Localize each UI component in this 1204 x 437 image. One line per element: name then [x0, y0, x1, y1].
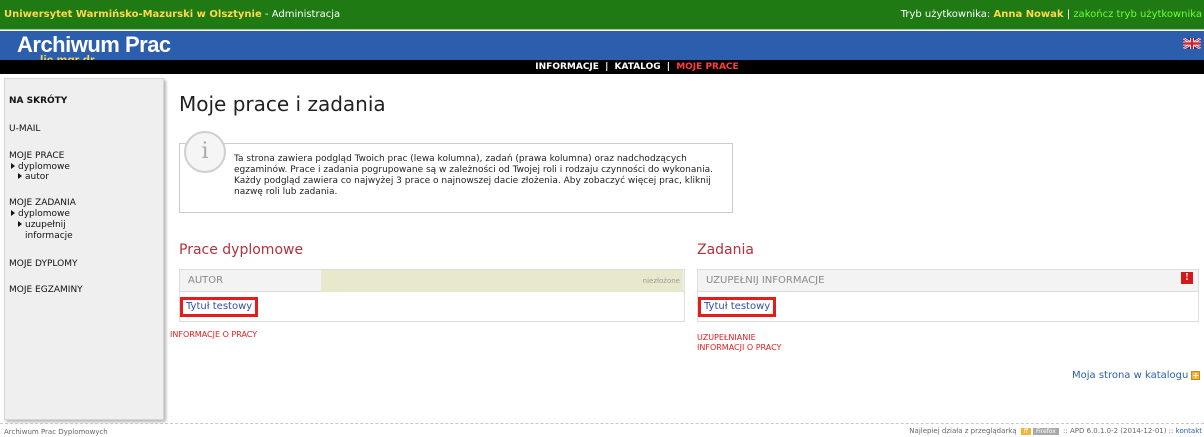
role-author-label[interactable]: AUTOR: [188, 275, 223, 286]
sidebar-item-my-exams[interactable]: MOJE EGZAMINY: [9, 285, 83, 296]
sidebar-item-my-tasks[interactable]: MOJE ZADANIA: [9, 198, 76, 209]
arrow-right-icon: [11, 163, 15, 169]
sidebar-shortcuts: NA SKRÓTY: [9, 96, 68, 106]
sidebar-item-umail[interactable]: U-MAIL: [9, 124, 40, 135]
sidebar-subitem-tasks-diploma[interactable]: dyplomowe: [11, 209, 70, 220]
plus-icon: +: [1191, 371, 1201, 380]
uk-flag-icon[interactable]: [1183, 38, 1201, 49]
arrow-right-icon: [11, 210, 15, 216]
task-completion-link[interactable]: UZUPEŁNIANIE INFORMACJI O PRACY: [697, 333, 781, 353]
main-nav: INFORMACJE | KATALOG | MOJE PRACE: [535, 62, 739, 72]
end-user-mode-link[interactable]: zakończ tryb użytkownika: [1073, 9, 1202, 20]
table-header: AUTOR niezłożone: [180, 270, 684, 292]
nav-katalog[interactable]: KATALOG: [615, 62, 661, 72]
arrow-right-icon: [18, 221, 22, 227]
footer-info: Najlepiej działa z przeglądarką ff Firefo…: [909, 427, 1202, 435]
firefox-icon: ff: [1020, 428, 1031, 435]
footer-app-name: Archiwum Prac Dyplomowych: [4, 428, 108, 436]
browser-badge[interactable]: Firefox: [1032, 428, 1059, 435]
info-text: Ta strona zawiera podgląd Twoich prac (l…: [234, 154, 713, 197]
sidebar-subitem-tasks-info[interactable]: informacje: [25, 231, 73, 242]
header-band: [0, 31, 1204, 60]
catalog-page-link[interactable]: Moja strona w katalogu +: [1072, 370, 1201, 381]
sidebar-item-my-diplomas[interactable]: MOJE DYPLOMY: [9, 259, 77, 270]
task-title-link[interactable]: Tytuł testowy: [698, 297, 777, 317]
sidebar-item-my-works[interactable]: MOJE PRACE: [9, 151, 64, 162]
sidebar-subitem-tasks-complete[interactable]: uzupełnij: [18, 220, 66, 231]
page-title: Moje prace i zadania: [179, 92, 386, 116]
top-bar: Uniwersytet Warmińsko-Mazurski w Olsztyn…: [0, 0, 1204, 30]
status-label: niezłożone: [642, 277, 680, 285]
task-complete-info-label[interactable]: UZUPEŁNIJ INFORMACJE: [706, 275, 824, 286]
work-title-link[interactable]: Tytuł testowy: [180, 297, 259, 317]
nav-moje-prace[interactable]: MOJE PRACE: [676, 62, 738, 72]
nav-informacje[interactable]: INFORMACJE: [535, 62, 599, 72]
sidebar-subitem-works-author[interactable]: autor: [18, 172, 49, 183]
alert-icon: !: [1181, 272, 1193, 284]
user-name: Anna Nowak: [993, 9, 1064, 20]
university-label: Uniwersytet Warmińsko-Mazurski w Olsztyn…: [4, 9, 341, 20]
work-info-link[interactable]: INFORMACJE O PRACY: [170, 330, 257, 340]
table-header: UZUPEŁNIJ INFORMACJE: [698, 270, 1198, 292]
info-icon: i: [184, 131, 226, 173]
tasks-title[interactable]: Zadania: [697, 242, 754, 258]
footer-divider: [0, 423, 1204, 424]
contact-link[interactable]: kontakt: [1176, 427, 1202, 435]
diploma-works-title[interactable]: Prace dyplomowe: [179, 242, 303, 258]
arrow-right-icon: [18, 173, 22, 179]
user-mode: Tryb użytkownika: Anna Nowak | zakończ t…: [900, 9, 1202, 20]
